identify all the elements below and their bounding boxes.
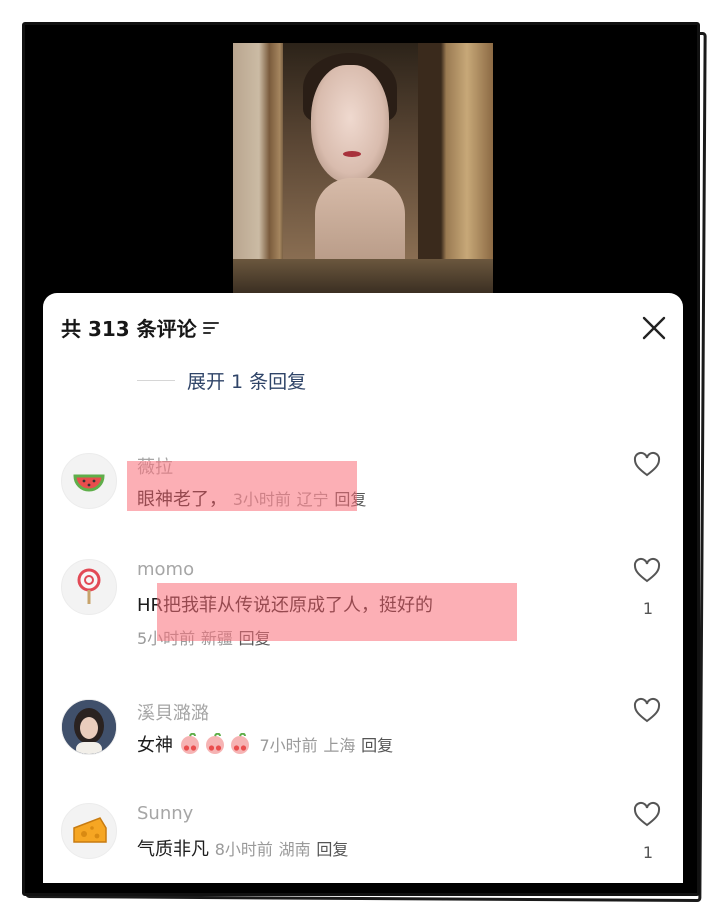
expand-divider: [137, 380, 175, 381]
comment-item: 薇拉 眼神老了， 3小时前 辽宁 回复: [61, 451, 681, 513]
video-player[interactable]: [43, 43, 683, 313]
lollipop-icon: [77, 568, 101, 604]
reply-button[interactable]: 回复: [361, 736, 393, 755]
comment-text: HR把我菲从传说还原成了人，挺好的: [137, 595, 434, 616]
comment-item: 溪貝潞潞 女神 7小时前 上海 回复: [61, 697, 681, 759]
comment-meta: 5小时前 新疆 回复: [137, 625, 271, 649]
comment-username[interactable]: 薇拉: [137, 453, 173, 479]
like-count: 1: [642, 843, 653, 862]
like-count: 1: [642, 599, 653, 618]
comment-time: 7小时前: [259, 736, 318, 755]
heart-icon[interactable]: [633, 451, 661, 479]
comment-text: 眼神老了，: [137, 489, 227, 510]
comment-count-header[interactable]: 共 313 条评论: [61, 313, 219, 342]
expand-replies[interactable]: 展开 1 条回复: [137, 367, 306, 394]
comment-username[interactable]: 溪貝潞潞: [137, 699, 209, 725]
comment-location: 湖南: [278, 840, 311, 859]
heart-icon[interactable]: [633, 557, 661, 585]
comment-body: 女神 7小时前 上海 回复: [137, 731, 393, 757]
peach-emoji-icon: [180, 733, 199, 754]
video-thumbnail: [233, 43, 493, 293]
comment-body: 气质非凡 8小时前 湖南 回复: [137, 835, 348, 861]
comment-username[interactable]: Sunny: [137, 803, 193, 824]
comment-time: 3小时前: [232, 490, 291, 509]
comment-text: 女神: [137, 735, 173, 756]
comment-location: 新疆: [200, 629, 233, 648]
comment-location: 辽宁: [296, 490, 329, 509]
close-icon[interactable]: [641, 315, 667, 341]
sort-icon[interactable]: [202, 321, 219, 335]
comment-text: 气质非凡: [137, 839, 209, 860]
comment-sheet: 共 313 条评论 展开 1 条回复 薇拉 眼神老了， 3小时前 辽宁 回复 m…: [43, 293, 683, 883]
comment-location: 上海: [323, 736, 356, 755]
screenshot-frame: 共 313 条评论 展开 1 条回复 薇拉 眼神老了， 3小时前 辽宁 回复 m…: [22, 22, 700, 896]
comment-body: 眼神老了， 3小时前 辽宁 回复: [137, 485, 366, 511]
comment-time: 5小时前: [137, 629, 196, 648]
peach-emoji-icon: [205, 733, 224, 754]
avatar[interactable]: [61, 559, 117, 615]
avatar[interactable]: [61, 803, 117, 859]
cheese-icon: [73, 817, 107, 843]
expand-replies-label: 展开 1 条回复: [187, 371, 307, 393]
avatar[interactable]: [61, 453, 117, 509]
photo-avatar: [62, 700, 116, 754]
reply-button[interactable]: 回复: [334, 490, 366, 509]
comment-item: Sunny 气质非凡 8小时前 湖南 回复 1: [61, 801, 681, 873]
heart-icon[interactable]: [633, 801, 661, 829]
avatar[interactable]: [61, 699, 117, 755]
comment-item: momo HR把我菲从传说还原成了人，挺好的 5小时前 新疆 回复 1: [61, 557, 681, 649]
peach-emoji-icon: [230, 733, 249, 754]
comment-count-title: 共 313 条评论: [61, 317, 197, 341]
reply-button[interactable]: 回复: [316, 840, 348, 859]
reply-button[interactable]: 回复: [239, 629, 271, 648]
comment-time: 8小时前: [214, 840, 273, 859]
watermelon-icon: [73, 474, 105, 492]
comment-username[interactable]: momo: [137, 559, 194, 580]
heart-icon[interactable]: [633, 697, 661, 725]
